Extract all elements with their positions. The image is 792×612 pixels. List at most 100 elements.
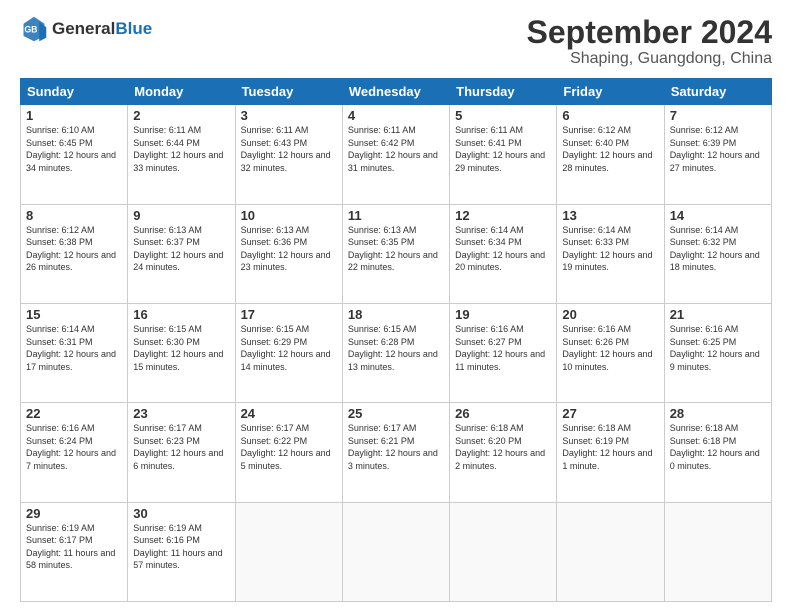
day-number: 6 — [562, 108, 658, 123]
table-cell-w2c3: 18 Sunrise: 6:15 AM Sunset: 6:28 PM Dayl… — [342, 303, 449, 402]
table-cell-w4c2 — [235, 502, 342, 601]
calendar-week-4: 22 Sunrise: 6:16 AM Sunset: 6:24 PM Dayl… — [21, 403, 772, 502]
table-cell-w1c3: 11 Sunrise: 6:13 AM Sunset: 6:35 PM Dayl… — [342, 204, 449, 303]
day-info: Sunrise: 6:19 AM Sunset: 6:16 PM Dayligh… — [133, 522, 229, 572]
table-cell-w3c0: 22 Sunrise: 6:16 AM Sunset: 6:24 PM Dayl… — [21, 403, 128, 502]
day-info: Sunrise: 6:14 AM Sunset: 6:33 PM Dayligh… — [562, 224, 658, 274]
day-number: 18 — [348, 307, 444, 322]
day-info: Sunrise: 6:11 AM Sunset: 6:42 PM Dayligh… — [348, 124, 444, 174]
table-cell-w2c1: 16 Sunrise: 6:15 AM Sunset: 6:30 PM Dayl… — [128, 303, 235, 402]
day-number: 13 — [562, 208, 658, 223]
day-info: Sunrise: 6:17 AM Sunset: 6:21 PM Dayligh… — [348, 422, 444, 472]
table-cell-w4c6 — [664, 502, 771, 601]
table-cell-w3c2: 24 Sunrise: 6:17 AM Sunset: 6:22 PM Dayl… — [235, 403, 342, 502]
day-info: Sunrise: 6:14 AM Sunset: 6:31 PM Dayligh… — [26, 323, 122, 373]
table-cell-w1c5: 13 Sunrise: 6:14 AM Sunset: 6:33 PM Dayl… — [557, 204, 664, 303]
day-info: Sunrise: 6:12 AM Sunset: 6:38 PM Dayligh… — [26, 224, 122, 274]
calendar-week-3: 15 Sunrise: 6:14 AM Sunset: 6:31 PM Dayl… — [21, 303, 772, 402]
day-number: 11 — [348, 208, 444, 223]
day-number: 5 — [455, 108, 551, 123]
table-cell-w2c0: 15 Sunrise: 6:14 AM Sunset: 6:31 PM Dayl… — [21, 303, 128, 402]
col-wednesday: Wednesday — [342, 79, 449, 105]
logo: GB GeneralBlue — [20, 15, 152, 43]
logo-icon: GB — [20, 15, 48, 43]
day-number: 15 — [26, 307, 122, 322]
day-info: Sunrise: 6:13 AM Sunset: 6:37 PM Dayligh… — [133, 224, 229, 274]
table-cell-w4c0: 29 Sunrise: 6:19 AM Sunset: 6:17 PM Dayl… — [21, 502, 128, 601]
table-cell-w0c6: 7 Sunrise: 6:12 AM Sunset: 6:39 PM Dayli… — [664, 105, 771, 204]
day-number: 7 — [670, 108, 766, 123]
day-info: Sunrise: 6:14 AM Sunset: 6:34 PM Dayligh… — [455, 224, 551, 274]
day-info: Sunrise: 6:19 AM Sunset: 6:17 PM Dayligh… — [26, 522, 122, 572]
table-cell-w3c4: 26 Sunrise: 6:18 AM Sunset: 6:20 PM Dayl… — [450, 403, 557, 502]
calendar-week-2: 8 Sunrise: 6:12 AM Sunset: 6:38 PM Dayli… — [21, 204, 772, 303]
day-number: 8 — [26, 208, 122, 223]
day-info: Sunrise: 6:18 AM Sunset: 6:20 PM Dayligh… — [455, 422, 551, 472]
day-info: Sunrise: 6:13 AM Sunset: 6:35 PM Dayligh… — [348, 224, 444, 274]
sub-title: Shaping, Guangdong, China — [527, 50, 772, 68]
table-cell-w3c6: 28 Sunrise: 6:18 AM Sunset: 6:18 PM Dayl… — [664, 403, 771, 502]
day-number: 25 — [348, 406, 444, 421]
table-cell-w1c2: 10 Sunrise: 6:13 AM Sunset: 6:36 PM Dayl… — [235, 204, 342, 303]
main-title: September 2024 — [527, 15, 772, 50]
day-number: 12 — [455, 208, 551, 223]
table-cell-w2c4: 19 Sunrise: 6:16 AM Sunset: 6:27 PM Dayl… — [450, 303, 557, 402]
logo-general: General — [52, 19, 115, 38]
day-number: 2 — [133, 108, 229, 123]
table-cell-w4c1: 30 Sunrise: 6:19 AM Sunset: 6:16 PM Dayl… — [128, 502, 235, 601]
day-number: 30 — [133, 506, 229, 521]
table-cell-w1c4: 12 Sunrise: 6:14 AM Sunset: 6:34 PM Dayl… — [450, 204, 557, 303]
day-number: 4 — [348, 108, 444, 123]
day-number: 27 — [562, 406, 658, 421]
table-cell-w3c3: 25 Sunrise: 6:17 AM Sunset: 6:21 PM Dayl… — [342, 403, 449, 502]
day-info: Sunrise: 6:12 AM Sunset: 6:40 PM Dayligh… — [562, 124, 658, 174]
day-info: Sunrise: 6:16 AM Sunset: 6:24 PM Dayligh… — [26, 422, 122, 472]
day-info: Sunrise: 6:14 AM Sunset: 6:32 PM Dayligh… — [670, 224, 766, 274]
col-thursday: Thursday — [450, 79, 557, 105]
day-number: 17 — [241, 307, 337, 322]
table-cell-w1c0: 8 Sunrise: 6:12 AM Sunset: 6:38 PM Dayli… — [21, 204, 128, 303]
day-number: 29 — [26, 506, 122, 521]
day-info: Sunrise: 6:18 AM Sunset: 6:19 PM Dayligh… — [562, 422, 658, 472]
svg-text:GB: GB — [24, 25, 37, 35]
table-cell-w4c4 — [450, 502, 557, 601]
day-number: 26 — [455, 406, 551, 421]
logo-blue: Blue — [115, 19, 152, 38]
day-number: 16 — [133, 307, 229, 322]
page: GB GeneralBlue September 2024 Shaping, G… — [0, 0, 792, 612]
table-cell-w3c1: 23 Sunrise: 6:17 AM Sunset: 6:23 PM Dayl… — [128, 403, 235, 502]
table-cell-w4c3 — [342, 502, 449, 601]
table-cell-w0c2: 3 Sunrise: 6:11 AM Sunset: 6:43 PM Dayli… — [235, 105, 342, 204]
day-number: 9 — [133, 208, 229, 223]
day-info: Sunrise: 6:15 AM Sunset: 6:29 PM Dayligh… — [241, 323, 337, 373]
header: GB GeneralBlue September 2024 Shaping, G… — [20, 15, 772, 68]
col-saturday: Saturday — [664, 79, 771, 105]
day-number: 28 — [670, 406, 766, 421]
calendar-table: Sunday Monday Tuesday Wednesday Thursday… — [20, 78, 772, 602]
day-number: 14 — [670, 208, 766, 223]
day-number: 21 — [670, 307, 766, 322]
day-info: Sunrise: 6:17 AM Sunset: 6:23 PM Dayligh… — [133, 422, 229, 472]
col-friday: Friday — [557, 79, 664, 105]
day-info: Sunrise: 6:16 AM Sunset: 6:27 PM Dayligh… — [455, 323, 551, 373]
col-sunday: Sunday — [21, 79, 128, 105]
table-cell-w2c2: 17 Sunrise: 6:15 AM Sunset: 6:29 PM Dayl… — [235, 303, 342, 402]
calendar-week-5: 29 Sunrise: 6:19 AM Sunset: 6:17 PM Dayl… — [21, 502, 772, 601]
table-cell-w1c6: 14 Sunrise: 6:14 AM Sunset: 6:32 PM Dayl… — [664, 204, 771, 303]
day-info: Sunrise: 6:15 AM Sunset: 6:30 PM Dayligh… — [133, 323, 229, 373]
table-cell-w0c5: 6 Sunrise: 6:12 AM Sunset: 6:40 PM Dayli… — [557, 105, 664, 204]
table-cell-w0c1: 2 Sunrise: 6:11 AM Sunset: 6:44 PM Dayli… — [128, 105, 235, 204]
table-cell-w1c1: 9 Sunrise: 6:13 AM Sunset: 6:37 PM Dayli… — [128, 204, 235, 303]
table-cell-w2c5: 20 Sunrise: 6:16 AM Sunset: 6:26 PM Dayl… — [557, 303, 664, 402]
day-number: 10 — [241, 208, 337, 223]
day-info: Sunrise: 6:11 AM Sunset: 6:41 PM Dayligh… — [455, 124, 551, 174]
day-info: Sunrise: 6:15 AM Sunset: 6:28 PM Dayligh… — [348, 323, 444, 373]
table-cell-w3c5: 27 Sunrise: 6:18 AM Sunset: 6:19 PM Dayl… — [557, 403, 664, 502]
day-info: Sunrise: 6:11 AM Sunset: 6:43 PM Dayligh… — [241, 124, 337, 174]
table-cell-w0c3: 4 Sunrise: 6:11 AM Sunset: 6:42 PM Dayli… — [342, 105, 449, 204]
table-cell-w4c5 — [557, 502, 664, 601]
logo-text: GeneralBlue — [52, 20, 152, 39]
calendar-header-row: Sunday Monday Tuesday Wednesday Thursday… — [21, 79, 772, 105]
table-cell-w0c4: 5 Sunrise: 6:11 AM Sunset: 6:41 PM Dayli… — [450, 105, 557, 204]
day-number: 24 — [241, 406, 337, 421]
